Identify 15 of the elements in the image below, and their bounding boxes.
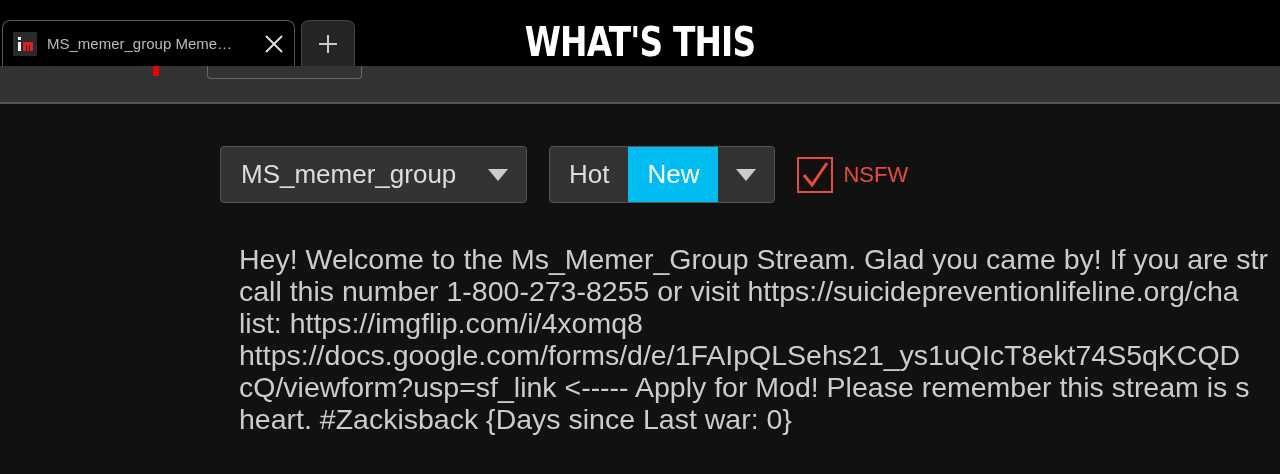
sort-tab[interactable]: Hot: [550, 147, 629, 202]
new-tab-button[interactable]: [301, 20, 355, 66]
nsfw-checkbox[interactable]: [797, 156, 834, 193]
stream-dropdown[interactable]: MS_memer_group: [220, 146, 527, 203]
plus-icon: [318, 33, 338, 54]
close-icon[interactable]: [264, 33, 284, 54]
caret-icon: [736, 168, 757, 181]
favicon-icon: [13, 31, 37, 56]
tab-title: MS_memer_group Meme…: [47, 35, 234, 52]
meme-caption: WHAT'S THIS: [523, 18, 757, 66]
nsfw-label: NSFW: [843, 161, 909, 188]
stream-description: Hey! Welcome to the Ms_Memer_Group Stream. Glad you came by! If you are str call this number 1-800-273-8255 or visit https://suicidepreventionlifeline.org/cha list: https://imgflip.com/i/4xomq8 https://docs.google.com/forms/d/e/1FAIpQLSehs21_ys1uQIcT8ekt74S5qKCQD cQ/viewform?usp=sf_link <----- Apply for Mod! Please remember this stream is s heart. #Zackisback {Days since Last war: 0}: [239, 243, 1270, 435]
logo-fragment: [153, 66, 159, 76]
caret-icon: [488, 168, 508, 181]
browser-tab[interactable]: MS_memer_group Meme…: [2, 20, 295, 66]
